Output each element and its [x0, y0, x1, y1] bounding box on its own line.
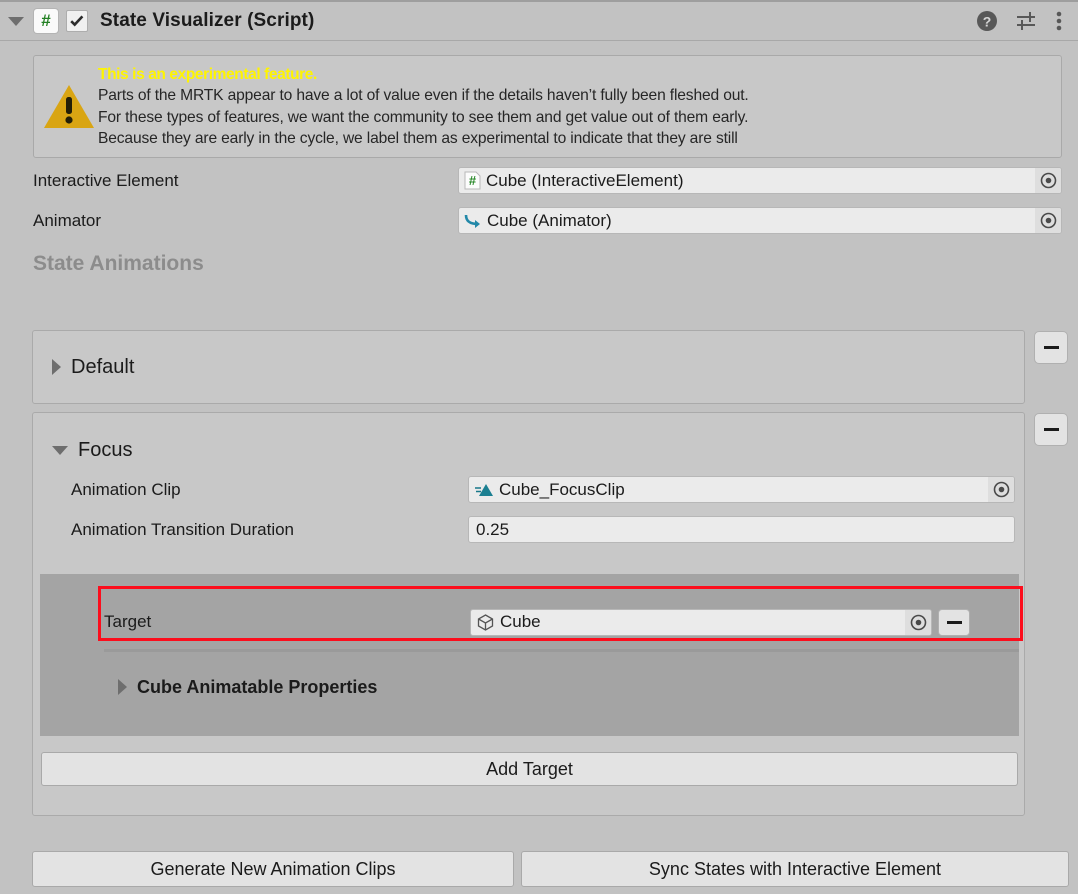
- checkmark-icon: [70, 15, 84, 27]
- component-foldout-arrow-icon[interactable]: [8, 16, 24, 26]
- script-hash-icon: #: [34, 9, 58, 33]
- header-icon-group: ?: [976, 10, 1078, 32]
- property-row-interactive-element: Interactive Element # Cube (InteractiveE…: [33, 165, 1062, 196]
- remove-state-default-button[interactable]: [1034, 331, 1068, 364]
- object-picker-icon[interactable]: [905, 609, 931, 635]
- component-title: State Visualizer (Script): [100, 10, 315, 31]
- object-picker-icon[interactable]: [1035, 208, 1061, 233]
- gameobject-cube-icon: [476, 613, 495, 632]
- object-picker-icon[interactable]: [988, 477, 1014, 502]
- state-box-focus: Focus Animation Clip Cube_FocusClip Anim…: [32, 412, 1025, 816]
- interactive-element-label: Interactive Element: [33, 170, 179, 190]
- svg-text:?: ?: [983, 14, 992, 30]
- warning-triangle-icon: [40, 82, 98, 132]
- target-list-panel: Target Cube Cube Animatable Properties: [40, 574, 1019, 736]
- state-box-default: Default: [32, 330, 1025, 404]
- generate-animation-clips-button[interactable]: Generate New Animation Clips: [32, 851, 514, 887]
- target-object-field[interactable]: Cube: [470, 608, 932, 636]
- interactive-element-object-field[interactable]: # Cube (InteractiveElement): [458, 167, 1062, 194]
- state-animations-header: State Animations: [33, 252, 204, 275]
- state-foldout-focus[interactable]: Focus: [33, 429, 1024, 471]
- target-divider: [104, 649, 1019, 652]
- sync-states-button[interactable]: Sync States with Interactive Element: [521, 851, 1069, 887]
- animator-label: Animator: [33, 210, 102, 230]
- animation-clip-label: Animation Clip: [71, 479, 181, 499]
- remove-target-button[interactable]: [938, 608, 970, 636]
- chevron-right-icon[interactable]: [118, 679, 127, 695]
- target-value: Cube: [500, 612, 541, 631]
- vertical-ellipsis-icon[interactable]: [1056, 10, 1062, 32]
- state-name-focus: Focus: [78, 438, 133, 461]
- target-label: Target: [104, 612, 152, 631]
- chevron-down-icon[interactable]: [52, 445, 68, 455]
- animation-clip-icon: [474, 482, 494, 498]
- helpbox-line-2: For these types of features, we want the…: [98, 108, 749, 126]
- state-foldout-default[interactable]: Default: [33, 331, 1024, 403]
- chevron-right-icon[interactable]: [52, 359, 61, 375]
- animator-value: Cube (Animator): [487, 210, 612, 230]
- add-target-button[interactable]: Add Target: [41, 752, 1018, 786]
- preset-sliders-icon[interactable]: [1015, 10, 1039, 32]
- helpbox-line-1: Parts of the MRTK appear to have a lot o…: [98, 87, 749, 104]
- object-picker-icon[interactable]: [1035, 168, 1061, 193]
- component-header[interactable]: # State Visualizer (Script) ?: [0, 0, 1078, 41]
- helpbox-title: This is an experimental feature.: [98, 65, 317, 83]
- property-row-animation-clip: Animation Clip Cube_FocusClip: [71, 474, 1015, 505]
- inspector-panel: # State Visualizer (Script) ? This is an…: [0, 0, 1078, 894]
- animation-clip-value: Cube_FocusClip: [499, 479, 625, 499]
- target-row: Target Cube: [40, 596, 1019, 648]
- component-enabled-checkbox[interactable]: [66, 10, 88, 32]
- animator-object-field[interactable]: Cube (Animator): [458, 207, 1062, 234]
- animator-icon: [464, 212, 482, 230]
- help-icon[interactable]: ?: [976, 10, 998, 32]
- helpbox-line-3: Because they are early in the cycle, we …: [98, 130, 738, 147]
- transition-duration-input[interactable]: 0.25: [468, 516, 1015, 543]
- animatable-properties-label: Cube Animatable Properties: [137, 676, 378, 697]
- property-row-transition-duration: Animation Transition Duration 0.25: [71, 514, 1015, 545]
- property-row-animator: Animator Cube (Animator): [33, 205, 1062, 236]
- minus-icon: [1043, 428, 1059, 431]
- interactive-element-value: Cube (InteractiveElement): [486, 170, 684, 190]
- remove-state-focus-button[interactable]: [1034, 413, 1068, 446]
- animatable-properties-foldout[interactable]: Cube Animatable Properties: [118, 666, 377, 708]
- state-name-default: Default: [71, 355, 135, 378]
- helpbox-text: This is an experimental feature. Parts o…: [98, 64, 749, 150]
- transition-duration-label: Animation Transition Duration: [71, 519, 295, 539]
- minus-icon: [946, 620, 962, 624]
- minus-icon: [1043, 346, 1059, 349]
- animation-clip-object-field[interactable]: Cube_FocusClip: [468, 476, 1015, 503]
- svg-text:#: #: [469, 173, 477, 188]
- experimental-feature-helpbox: This is an experimental feature. Parts o…: [33, 55, 1062, 158]
- script-hash-icon: #: [464, 171, 481, 190]
